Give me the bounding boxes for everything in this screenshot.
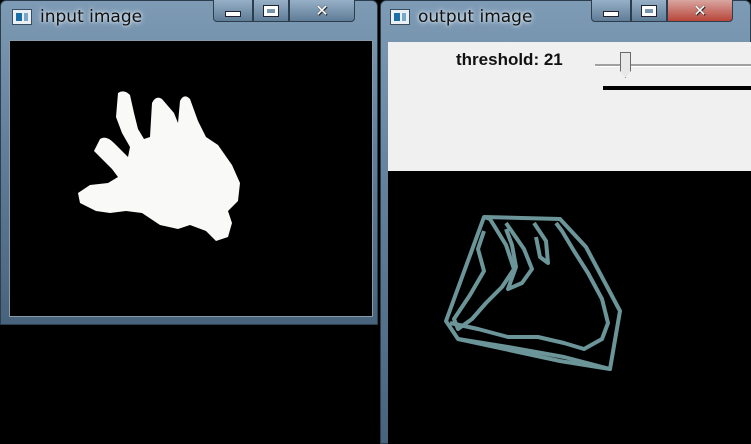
input-image-window: input image ✕ (0, 0, 378, 325)
output-client: threshold: 21 (388, 42, 751, 444)
close-button[interactable]: ✕ (667, 0, 733, 22)
trackbar-label: threshold: 21 (456, 50, 563, 69)
contour-outline (444, 215, 622, 371)
minimize-button[interactable] (591, 0, 631, 22)
maximize-icon (641, 4, 657, 17)
input-image (78, 91, 240, 242)
minimize-icon (225, 10, 241, 17)
trackbar-track[interactable] (595, 64, 751, 67)
maximize-button[interactable] (253, 0, 289, 22)
trackbar-thumb[interactable] (620, 52, 631, 78)
trackbar-baseline (603, 86, 751, 90)
output-image-window: output image ✕ threshold: 21 (380, 0, 751, 444)
opencv-window-icon (390, 9, 410, 25)
finger-contour-3 (532, 221, 550, 265)
output-image-canvas (444, 215, 622, 371)
hand-blob (78, 91, 240, 242)
maximize-icon (263, 4, 279, 17)
maximize-button[interactable] (631, 0, 667, 22)
window-title: output image (418, 7, 533, 27)
close-icon: ✕ (315, 1, 329, 20)
opencv-window-icon (12, 9, 32, 25)
minimize-icon (603, 10, 619, 17)
trackbar-panel: threshold: 21 (388, 42, 751, 171)
minimize-button[interactable] (213, 0, 253, 22)
input-image-canvas (9, 40, 373, 317)
close-button[interactable]: ✕ (289, 0, 355, 22)
close-icon: ✕ (693, 1, 707, 20)
window-title: input image (40, 7, 143, 27)
